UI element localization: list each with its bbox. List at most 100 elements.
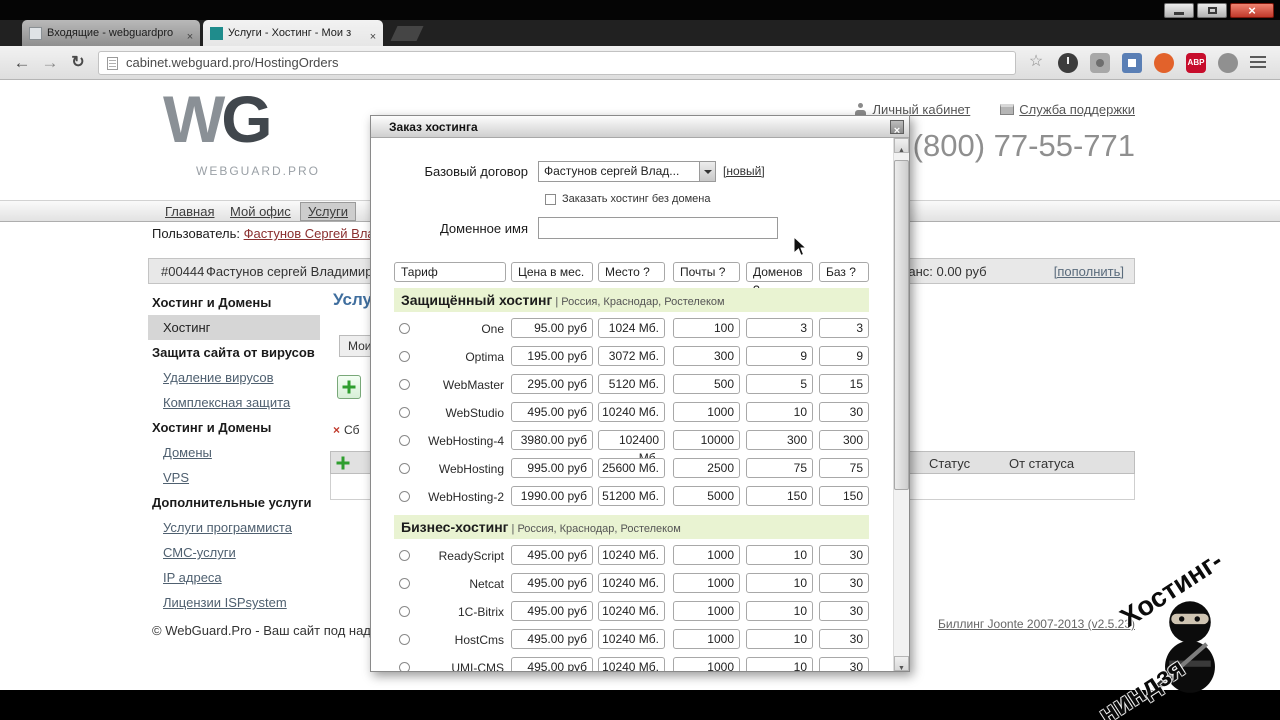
tariff-row: WebMaster 295.00 руб 5120 Мб. 500 5 15 xyxy=(371,371,893,399)
translate-extension-icon[interactable] xyxy=(1122,53,1142,73)
new-contract-link[interactable]: [новый] xyxy=(723,164,765,178)
tariff-table-head: Тариф Цена в мес. Место ? Почты ? Домено… xyxy=(371,262,893,297)
tariff-space: 10240 Мб. xyxy=(598,601,665,621)
adblock-badge[interactable]: ABP xyxy=(1186,53,1206,73)
header-tariff[interactable]: Тариф xyxy=(394,262,506,282)
tariff-space: 3072 Мб. xyxy=(598,346,665,366)
bookmark-star-icon[interactable] xyxy=(1026,52,1046,72)
tariff-price: 195.00 руб xyxy=(511,346,593,366)
sidebar-item[interactable]: Комплексная защита xyxy=(148,390,320,415)
profile-extension-icon[interactable] xyxy=(1218,53,1238,73)
nav-home[interactable]: Главная xyxy=(165,204,214,219)
header-space[interactable]: Место ? xyxy=(598,262,665,282)
tariff-space: 51200 Мб. xyxy=(598,486,665,506)
reload-button[interactable] xyxy=(66,51,90,75)
domain-label: Доменное имя xyxy=(439,221,528,236)
tariff-price: 95.00 руб xyxy=(511,318,593,338)
tariff-space: 10240 Мб. xyxy=(598,629,665,649)
tariff-space: 10240 Мб. xyxy=(598,545,665,565)
tariff-row: HostCms 495.00 руб 10240 Мб. 1000 10 30 xyxy=(371,626,893,654)
address-bar[interactable]: cabinet.webguard.pro/HostingOrders xyxy=(98,51,1016,75)
fire-extension-icon[interactable] xyxy=(1154,53,1174,73)
support-link[interactable]: Служба поддержки xyxy=(1019,102,1135,117)
sidebar-item[interactable]: СМС-услуги xyxy=(148,540,320,565)
window-minimize-button[interactable] xyxy=(1164,3,1194,18)
scroll-down-arrow[interactable] xyxy=(894,656,909,671)
clock-extension-icon[interactable] xyxy=(1058,53,1078,73)
section-title: Бизнес-хостинг xyxy=(401,519,509,535)
dialog-title: Заказ хостинга xyxy=(389,120,478,134)
dialog-close-button[interactable] xyxy=(890,120,904,134)
forward-button[interactable] xyxy=(38,51,62,75)
tariff-databases: 30 xyxy=(819,573,869,593)
topup-link[interactable]: [пополнить] xyxy=(1054,264,1124,279)
tariff-name: HostCms xyxy=(454,633,504,647)
sidebar-section-header: Хостинг и Домены xyxy=(152,420,272,435)
contract-label: Базовый договор xyxy=(424,164,528,179)
nav-office[interactable]: Мой офис xyxy=(230,204,291,219)
tariff-mailboxes: 1000 xyxy=(673,601,740,621)
tariff-domains: 10 xyxy=(746,573,813,593)
tariff-name: Optima xyxy=(465,350,504,364)
screen: Входящие - webguardpro Услуги - Хостинг … xyxy=(0,0,1280,720)
sidebar-item[interactable]: Хостинг xyxy=(148,315,320,340)
add-order-button[interactable] xyxy=(337,375,361,399)
chevron-down-icon[interactable] xyxy=(699,162,715,181)
tariff-domains: 10 xyxy=(746,657,813,671)
sidebar-item[interactable]: Домены xyxy=(148,440,320,465)
scroll-thumb[interactable] xyxy=(894,160,909,490)
add-row-icon[interactable] xyxy=(334,454,352,472)
scroll-up-arrow[interactable] xyxy=(894,138,909,153)
contract-name[interactable]: Фастунов сергей Владимиро xyxy=(206,264,380,279)
no-domain-checkbox[interactable] xyxy=(545,194,556,205)
tariff-price: 495.00 руб xyxy=(511,545,593,565)
tab-close-icon[interactable] xyxy=(367,27,379,39)
logo-subtitle: WEBGUARD.PRO xyxy=(196,164,321,178)
dialog-scrollbar[interactable] xyxy=(893,138,909,671)
section-title: Защищённый хостинг xyxy=(401,292,553,308)
tab-close-icon[interactable] xyxy=(184,27,196,39)
camera-extension-icon[interactable] xyxy=(1090,53,1110,73)
site-logo: WG xyxy=(163,84,273,154)
user-name-link[interactable]: Фастунов Сергей Вла xyxy=(244,226,375,241)
header-bases[interactable]: Баз ? xyxy=(819,262,869,282)
tariff-mailboxes: 2500 xyxy=(673,458,740,478)
contract-select[interactable]: Фастунов сергей Влад... xyxy=(538,161,716,182)
tariff-price: 495.00 руб xyxy=(511,402,593,422)
user-line: Пользователь: Фастунов Сергей Вла xyxy=(152,226,375,241)
nav-services[interactable]: Услуги xyxy=(300,202,356,221)
menu-icon[interactable] xyxy=(1250,61,1266,63)
sidebar-item[interactable]: Лицензии ISPsystem xyxy=(148,590,320,615)
domain-input[interactable] xyxy=(538,217,778,239)
tariff-price: 995.00 руб xyxy=(511,458,593,478)
reset-link-fragment[interactable]: × Сб xyxy=(333,423,360,437)
from-status-column-header: От статуса xyxy=(1009,456,1075,471)
window-maximize-button[interactable] xyxy=(1197,3,1227,18)
support-icon xyxy=(1000,104,1015,115)
tariff-price: 495.00 руб xyxy=(511,629,593,649)
tariff-space: 5120 Мб. xyxy=(598,374,665,394)
tariff-row: 1C-Bitrix 495.00 руб 10240 Мб. 1000 10 30 xyxy=(371,598,893,626)
window-close-button[interactable] xyxy=(1230,3,1274,18)
billing-link[interactable]: Биллинг Joonte 2007-2013 (v2.5.23) xyxy=(938,617,1135,631)
sidebar-item[interactable]: VPS xyxy=(148,465,320,490)
sidebar-item[interactable]: Удаление вирусов xyxy=(148,365,320,390)
tariff-domains: 5 xyxy=(746,374,813,394)
tariff-space: 10240 Мб. xyxy=(598,657,665,671)
tariff-row: UMI-CMS 495.00 руб 10240 Мб. 1000 10 30 xyxy=(371,654,893,671)
back-button[interactable] xyxy=(10,51,34,75)
sidebar-item[interactable]: IP адреса xyxy=(148,565,320,590)
sidebar-item[interactable]: Услуги программиста xyxy=(148,515,320,540)
tariff-price: 1990.00 руб xyxy=(511,486,593,506)
header-mail[interactable]: Почты ? xyxy=(673,262,740,282)
new-tab-button[interactable] xyxy=(390,26,424,41)
header-domains[interactable]: Доменов ? xyxy=(746,262,813,297)
tariff-domains: 10 xyxy=(746,545,813,565)
tariff-price: 495.00 руб xyxy=(511,657,593,671)
tab-inbox[interactable]: Входящие - webguardpro xyxy=(22,20,200,46)
tab-services[interactable]: Услуги - Хостинг - Мои з xyxy=(203,20,383,46)
section-subtitle: | Россия, Краснодар, Ростелеком xyxy=(508,523,681,535)
tariff-row: Netcat 495.00 руб 10240 Мб. 1000 10 30 xyxy=(371,570,893,598)
contract-select-value: Фастунов сергей Влад... xyxy=(544,164,680,178)
header-price[interactable]: Цена в мес. xyxy=(511,262,593,282)
